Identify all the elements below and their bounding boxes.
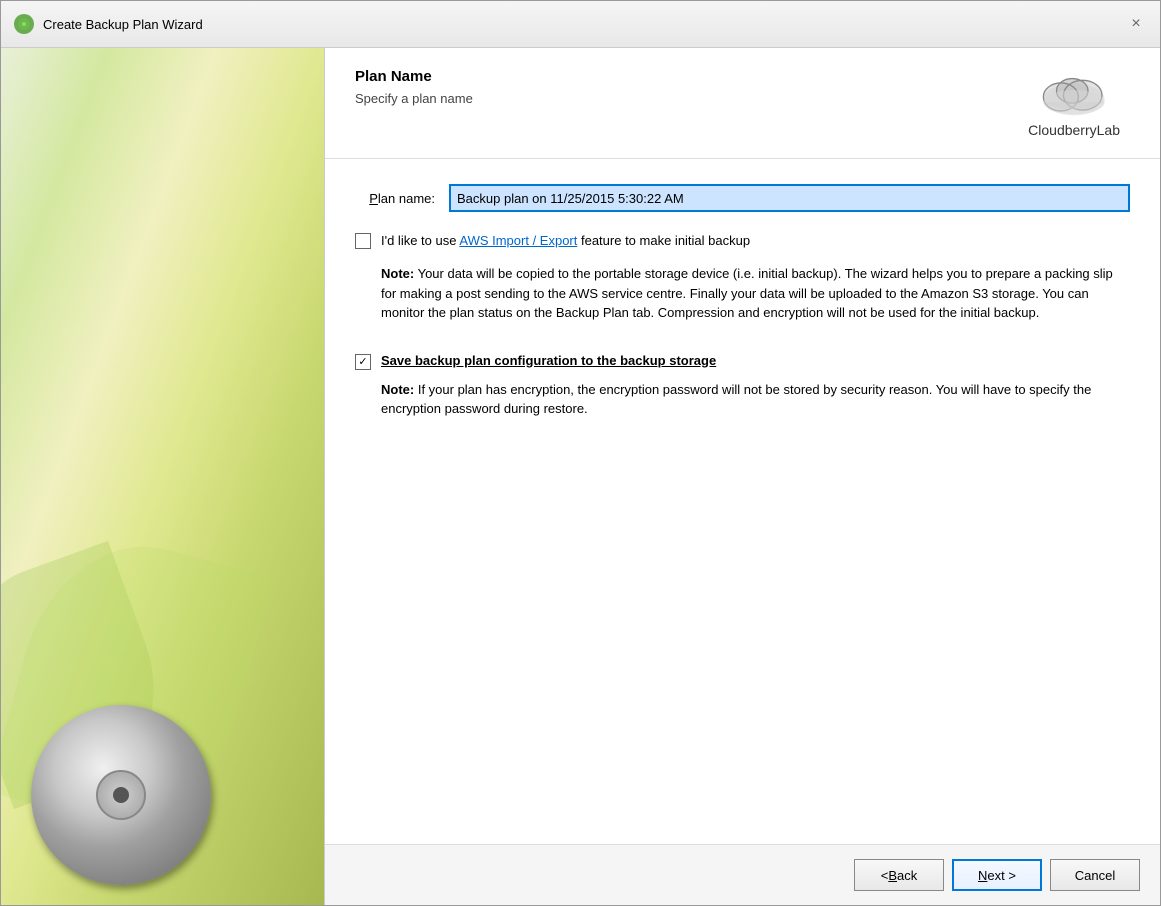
aws-note-block: Note: Your data will be copied to the po… (381, 264, 1130, 323)
content-area: Plan Name Specify a plan name (1, 48, 1160, 905)
save-config-label: Save backup plan configuration to the ba… (381, 353, 716, 368)
footer: < Back Next > Cancel (325, 844, 1160, 905)
aws-label-prefix: I'd like to use (381, 233, 459, 248)
header-text-block: Plan Name Specify a plan name (355, 68, 473, 106)
aws-checkbox-row: I'd like to use AWS Import / Export feat… (355, 232, 1130, 250)
aws-import-export-link[interactable]: AWS Import / Export (459, 233, 577, 248)
header-section: Plan Name Specify a plan name (325, 48, 1160, 159)
cd-disc-decoration (31, 705, 211, 885)
sidebar (1, 48, 324, 905)
dialog-window: Create Backup Plan Wizard × Plan Name (0, 0, 1161, 906)
save-config-section: Save backup plan configuration to the ba… (355, 353, 1130, 419)
aws-note-text: Note: Your data will be copied to the po… (381, 266, 1113, 320)
plan-name-input[interactable] (449, 184, 1130, 212)
plan-name-underline-p: P (369, 191, 378, 206)
page-title: Plan Name (355, 68, 473, 85)
back-button[interactable]: < Back (854, 859, 944, 891)
save-config-checkbox[interactable] (355, 354, 371, 370)
aws-checkbox-label: I'd like to use AWS Import / Export feat… (381, 232, 750, 250)
close-button[interactable]: × (1124, 12, 1148, 36)
app-icon (13, 13, 35, 35)
cloudberry-logo: CloudberryLab (1028, 68, 1120, 138)
title-bar-text: Create Backup Plan Wizard (43, 17, 1124, 32)
form-section: Plan name: I'd like to use AWS Import / … (325, 159, 1160, 844)
cloud-icon (1039, 68, 1109, 118)
cancel-button[interactable]: Cancel (1050, 859, 1140, 891)
page-subtitle: Specify a plan name (355, 91, 473, 106)
title-bar: Create Backup Plan Wizard × (1, 1, 1160, 48)
logo-text: CloudberryLab (1028, 122, 1120, 138)
aws-import-checkbox[interactable] (355, 233, 371, 249)
plan-name-label-text: Plan name: (369, 191, 435, 206)
plan-name-row: Plan name: (355, 184, 1130, 212)
next-button[interactable]: Next > (952, 859, 1042, 891)
save-config-checkbox-row: Save backup plan configuration to the ba… (355, 353, 1130, 370)
main-panel: Plan Name Specify a plan name (324, 48, 1160, 905)
save-config-note: Note: If your plan has encryption, the e… (381, 380, 1130, 419)
next-underline: N (978, 868, 987, 883)
plan-name-label: Plan name: (355, 191, 435, 206)
back-underline: B (888, 868, 897, 883)
aws-label-suffix: feature to make initial backup (577, 233, 750, 248)
